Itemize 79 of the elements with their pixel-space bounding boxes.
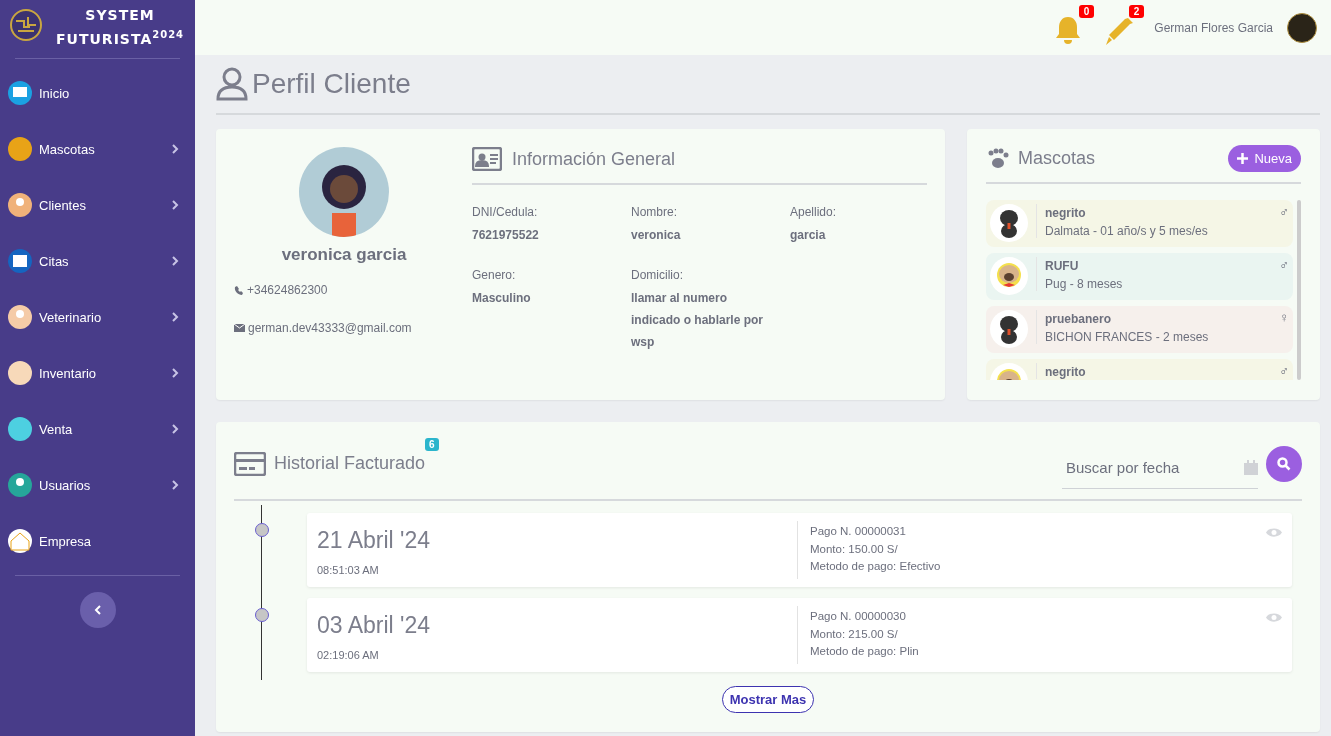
- dog-icon: [990, 257, 1028, 295]
- eye-icon[interactable]: [1266, 612, 1282, 623]
- payment-method: Metodo de pago: Efectivo: [810, 559, 941, 574]
- sex-symbol: ♂: [1279, 204, 1289, 219]
- notification-count: 2: [1128, 4, 1145, 18]
- house-icon: [7, 528, 33, 554]
- collapse-button[interactable]: [79, 592, 116, 628]
- field-label: Apellido:: [790, 205, 838, 219]
- client-name: veronica garcia: [281, 245, 407, 265]
- pet-name: pruebanero: [1045, 312, 1112, 326]
- credit-card-icon: [234, 451, 266, 476]
- envelope-icon: [234, 324, 245, 332]
- new-pet-button[interactable]: Nueva: [1228, 145, 1301, 172]
- monitor-icon: [7, 80, 33, 106]
- timeline-dot: [255, 608, 269, 622]
- field-label: Nombre:: [631, 205, 678, 219]
- sidebar-item[interactable]: Veterinario: [0, 289, 195, 345]
- pet-detail: Pug - 8 meses: [1045, 277, 1124, 291]
- payment-number: Pago N. 00000031: [810, 524, 907, 539]
- field-value: Masculino: [472, 290, 532, 307]
- payment-amount: Monto: 215.00 S/: [810, 626, 899, 642]
- dog-icon: [990, 204, 1028, 242]
- phone-icon: [234, 285, 244, 295]
- sidebar-item[interactable]: Clientes: [0, 177, 195, 233]
- pet-name: negrito: [1045, 365, 1087, 379]
- section-title: Información General: [512, 148, 676, 170]
- pet-item[interactable]: negrito Dalmata - 01 año/s y 5 mes/es ♂: [986, 200, 1293, 247]
- count-badge: 6: [425, 438, 439, 451]
- notification-count: 0: [1078, 4, 1095, 18]
- bell-icon[interactable]: [1054, 14, 1083, 45]
- payment-method: Metodo de pago: Plin: [810, 644, 919, 659]
- brand-title: SYSTEM FUTURISTA$^{2024}$: [56, 5, 185, 49]
- field-label: Domicilio:: [631, 268, 684, 282]
- eye-icon[interactable]: [1266, 527, 1282, 538]
- timeline-dot: [255, 523, 269, 537]
- sidebar-item[interactable]: Mascotas: [0, 121, 195, 177]
- pet-detail: BICHON FRANCES - 2 meses: [1045, 330, 1210, 344]
- date-search-field[interactable]: Buscar por fecha: [1062, 454, 1244, 480]
- dog-icon: [990, 310, 1028, 348]
- search-icon: [1277, 456, 1291, 471]
- sidebar-item[interactable]: Inventario: [0, 345, 195, 401]
- field-value: llamar al numero indicado o hablarle por wsp: [631, 290, 765, 351]
- sex-symbol: ♂: [1279, 257, 1289, 272]
- invoice-time: 02:19:06 AM: [317, 649, 380, 661]
- email-address: german.dev43333@gmail.com: [248, 321, 412, 335]
- sex-symbol: ♂: [1279, 363, 1289, 378]
- invoice-date: 21 Abril '24: [317, 527, 432, 554]
- search-button[interactable]: [1266, 445, 1302, 482]
- field-value: veronica: [631, 227, 682, 244]
- chevron-left-icon: [93, 605, 102, 615]
- field-label: DNI/Cedula:: [472, 205, 539, 219]
- sidebar-item[interactable]: Inicio: [0, 65, 195, 121]
- page-title: Perfil Cliente: [252, 68, 411, 100]
- user-avatar[interactable]: [1287, 12, 1317, 43]
- plus-icon: [1237, 153, 1249, 164]
- sidebar-item[interactable]: Venta: [0, 401, 195, 457]
- sidebar-item[interactable]: Citas: [0, 233, 195, 289]
- show-more-button[interactable]: Mostrar Mas: [721, 686, 815, 713]
- pet-name: negrito: [1045, 206, 1087, 220]
- section-title: Historial Facturado: [274, 453, 426, 474]
- sidebar-item[interactable]: Empresa: [0, 513, 195, 569]
- pet-item[interactable]: pruebanero BICHON FRANCES - 2 meses ♀: [986, 306, 1293, 353]
- section-title: Mascotas: [1018, 148, 1096, 169]
- field-value: garcia: [790, 227, 827, 244]
- phone-number: +34624862300: [247, 283, 328, 297]
- payment-amount: Monto: 150.00 S/: [810, 541, 899, 557]
- pet-item[interactable]: RUFU Pug - 8 meses ♂: [986, 253, 1293, 300]
- sex-symbol: ♀: [1279, 310, 1289, 325]
- field-label: Genero:: [472, 268, 517, 282]
- field-value: 7621975522: [472, 227, 540, 244]
- pet-item[interactable]: negrito ♂: [986, 359, 1293, 380]
- sidebar-item[interactable]: Usuarios: [0, 457, 195, 513]
- invoice-date: 03 Abril '24: [317, 612, 432, 639]
- user-name[interactable]: German Flores Garcia: [1154, 20, 1273, 35]
- pet-detail: Dalmata - 01 año/s y 5 mes/es: [1045, 224, 1209, 238]
- invoice-time: 08:51:03 AM: [317, 564, 380, 576]
- pet-name: RUFU: [1045, 259, 1080, 273]
- id-card-icon: [472, 147, 502, 171]
- payment-number: Pago N. 00000030: [810, 609, 907, 624]
